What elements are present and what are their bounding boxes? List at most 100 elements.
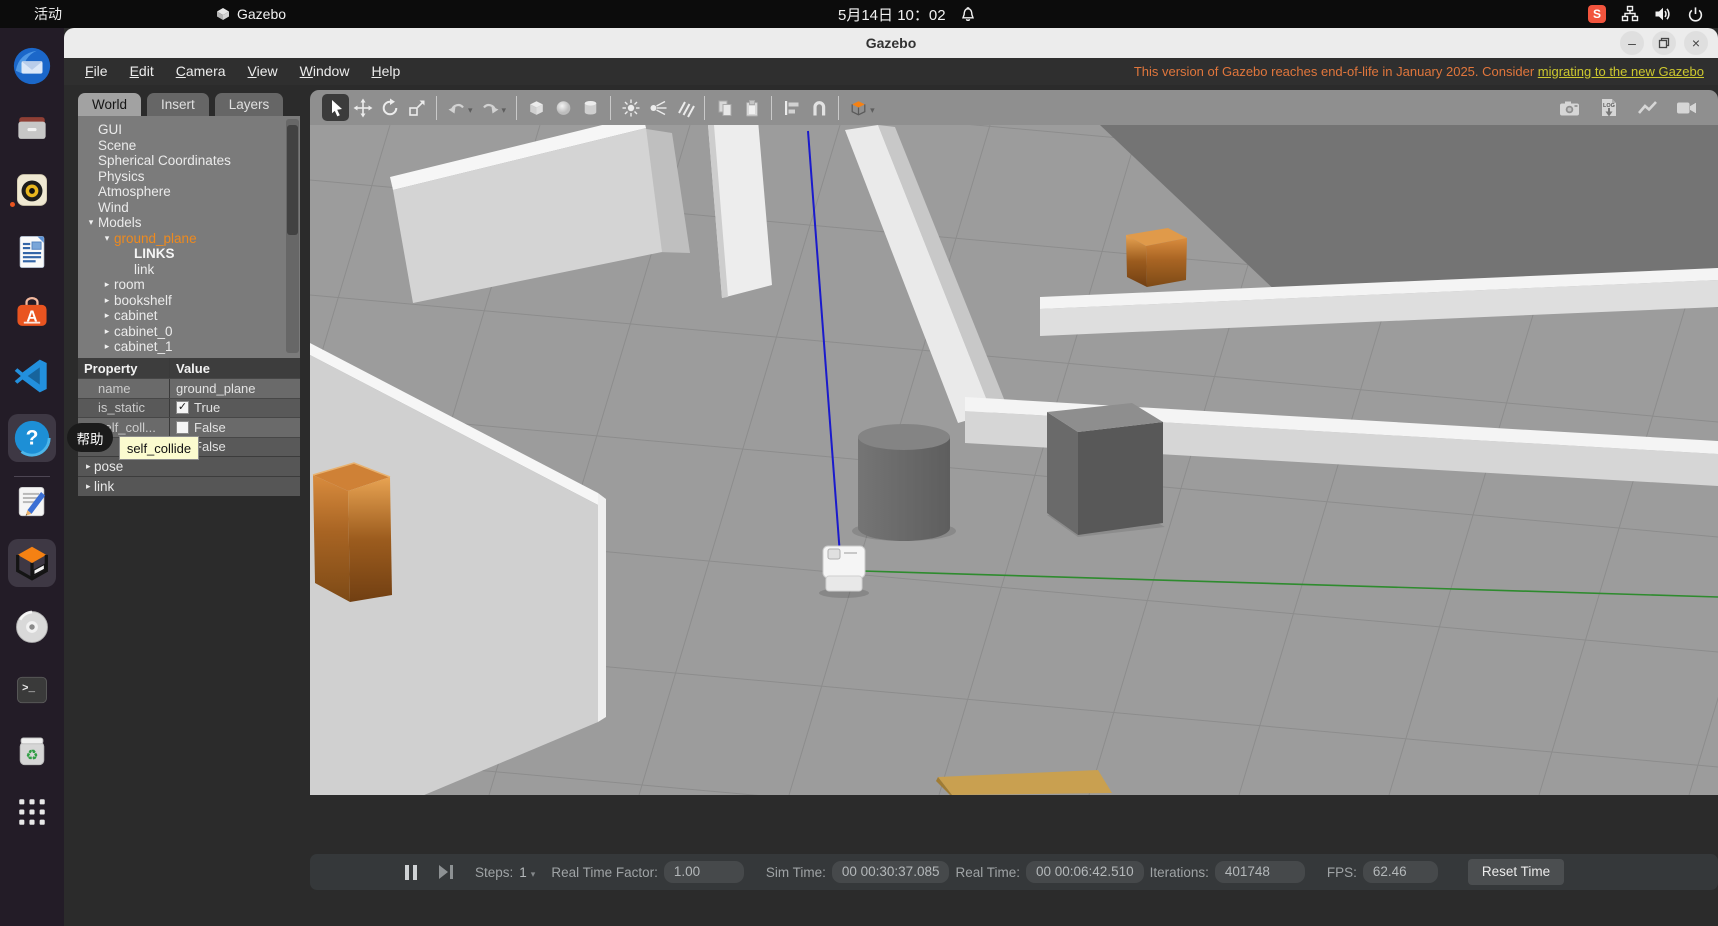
dock-rhythmbox[interactable] <box>8 166 56 214</box>
translate-tool[interactable] <box>349 94 376 121</box>
collapse-arrow-icon[interactable]: ▸ <box>100 295 114 306</box>
dock-terminal[interactable]: >_ <box>8 666 56 714</box>
rtf-value[interactable]: 1.00 <box>663 861 744 883</box>
pause-button[interactable] <box>405 864 417 880</box>
view-angle-button[interactable] <box>845 94 872 121</box>
system-tray[interactable]: S <box>1588 0 1704 28</box>
log-record-button[interactable]: LOG <box>1595 94 1622 121</box>
scrollbar-thumb[interactable] <box>287 125 298 235</box>
robot-model[interactable] <box>819 545 869 598</box>
tree-item-spherical-coordinates[interactable]: Spherical Coordinates <box>78 153 300 169</box>
tree-item-cabinet-0[interactable]: ▸ cabinet_0 <box>78 324 300 340</box>
tree-item-link[interactable]: link <box>78 262 300 278</box>
iterations-value[interactable]: 401748 <box>1214 861 1305 883</box>
dock-vscode[interactable] <box>8 352 56 400</box>
dock-ubuntu-software[interactable]: A <box>8 290 56 338</box>
redo-dropdown-caret[interactable]: ▾ <box>502 105 507 116</box>
menu-edit[interactable]: Edit <box>119 58 165 85</box>
restore-button[interactable] <box>1652 31 1676 55</box>
tree-item-gui[interactable]: GUI <box>78 122 300 138</box>
paste-button[interactable] <box>738 94 765 121</box>
undo-button[interactable] <box>443 94 470 121</box>
wooden-cabinet[interactable] <box>312 462 392 602</box>
insert-box-button[interactable] <box>523 94 550 121</box>
point-light-button[interactable] <box>617 94 644 121</box>
view-angle-caret[interactable]: ▾ <box>870 105 875 116</box>
tree-item-ground-plane[interactable]: ▾ ground_plane <box>78 231 300 247</box>
close-button[interactable]: × <box>1684 31 1708 55</box>
scale-tool[interactable] <box>403 94 430 121</box>
checkbox-unchecked[interactable] <box>176 420 189 434</box>
steps-value[interactable]: 1 <box>519 865 527 880</box>
collapse-arrow-icon[interactable]: ▸ <box>78 481 94 492</box>
menu-help[interactable]: Help <box>360 58 411 85</box>
redo-button[interactable] <box>477 94 504 121</box>
eol-migration-link[interactable]: migrating to the new Gazebo <box>1538 64 1704 79</box>
reset-time-button[interactable]: Reset Time <box>1467 859 1565 885</box>
collapse-arrow-icon[interactable]: ▸ <box>100 279 114 290</box>
clock-menu[interactable]: 5月14日 10：02 <box>838 0 976 28</box>
minimize-button[interactable]: – <box>1620 31 1644 55</box>
dock-trash[interactable]: ♻ <box>8 728 56 776</box>
focused-app-indicator[interactable]: Gazebo <box>216 0 286 28</box>
plot-button[interactable] <box>1634 94 1661 121</box>
insert-cylinder-button[interactable] <box>577 94 604 121</box>
dock-help[interactable]: ? <box>8 414 56 462</box>
activities-button[interactable]: 活动 <box>26 0 70 28</box>
tree-scrollbar[interactable] <box>286 119 299 353</box>
tree-item-atmosphere[interactable]: Atmosphere <box>78 184 300 200</box>
steps-caret-icon[interactable]: ▾ <box>531 869 536 880</box>
video-record-button[interactable] <box>1673 94 1700 121</box>
fps-value[interactable]: 62.46 <box>1362 861 1438 883</box>
real-time-value[interactable]: 00 00:06:42.510 <box>1026 861 1144 883</box>
menu-file[interactable]: File <box>74 58 119 85</box>
tab-layers[interactable]: Layers <box>214 93 284 116</box>
tree-item-room[interactable]: ▸ room <box>78 277 300 293</box>
select-tool[interactable] <box>322 94 349 121</box>
checkbox-checked[interactable]: ✓ <box>176 401 189 415</box>
step-button[interactable] <box>439 865 453 879</box>
input-method-icon[interactable]: S <box>1588 5 1606 23</box>
spot-light-button[interactable] <box>644 94 671 121</box>
undo-dropdown-caret[interactable]: ▾ <box>468 105 473 116</box>
tree-item-wind[interactable]: Wind <box>78 200 300 216</box>
dock-files[interactable] <box>8 104 56 207</box>
collapse-arrow-icon[interactable]: ▸ <box>100 310 114 321</box>
viewport-3d-scene[interactable] <box>310 125 1718 795</box>
tree-item-models[interactable]: ▾ Models <box>78 215 300 231</box>
tab-world[interactable]: World <box>78 93 142 116</box>
dock-app-grid[interactable] <box>8 788 56 836</box>
wooden-box-far[interactable] <box>1126 228 1187 287</box>
rotate-tool[interactable] <box>376 94 403 121</box>
menu-window[interactable]: Window <box>289 58 361 85</box>
snap-tool[interactable] <box>805 94 832 121</box>
property-row-name[interactable]: name ground_plane <box>78 378 300 398</box>
dock-text-editor[interactable] <box>8 478 56 526</box>
tab-insert[interactable]: Insert <box>147 93 209 116</box>
align-tool[interactable] <box>778 94 805 121</box>
dock-cd-player[interactable] <box>8 603 56 651</box>
tree-item-physics[interactable]: Physics <box>78 169 300 185</box>
collapse-arrow-icon[interactable]: ▸ <box>78 461 94 472</box>
dock-gazebo[interactable] <box>8 539 56 587</box>
insert-sphere-button[interactable] <box>550 94 577 121</box>
tree-item-cabinet-1[interactable]: ▸ cabinet_1 <box>78 339 300 355</box>
tree-item-bookshelf[interactable]: ▸ bookshelf <box>78 293 300 309</box>
collapse-arrow-icon[interactable]: ▸ <box>100 341 114 352</box>
expand-arrow-icon[interactable]: ▾ <box>84 217 98 228</box>
property-row-link[interactable]: ▸ link <box>78 476 300 496</box>
gray-box-object[interactable] <box>1047 403 1165 537</box>
directional-light-button[interactable] <box>671 94 698 121</box>
menu-view[interactable]: View <box>237 58 289 85</box>
screenshot-button[interactable] <box>1556 94 1583 121</box>
sim-time-value[interactable]: 00 00:30:37.085 <box>831 861 950 883</box>
property-row-is-static[interactable]: is_static ✓ True <box>78 397 300 417</box>
tree-item-cabinet[interactable]: ▸ cabinet <box>78 308 300 324</box>
collapse-arrow-icon[interactable]: ▸ <box>100 326 114 337</box>
copy-button[interactable] <box>711 94 738 121</box>
cylinder-object[interactable] <box>852 424 956 541</box>
dock-libreoffice-writer[interactable] <box>8 228 56 276</box>
expand-arrow-icon[interactable]: ▾ <box>100 233 114 244</box>
tree-item-scene[interactable]: Scene <box>78 138 300 154</box>
menu-camera[interactable]: Camera <box>165 58 237 85</box>
